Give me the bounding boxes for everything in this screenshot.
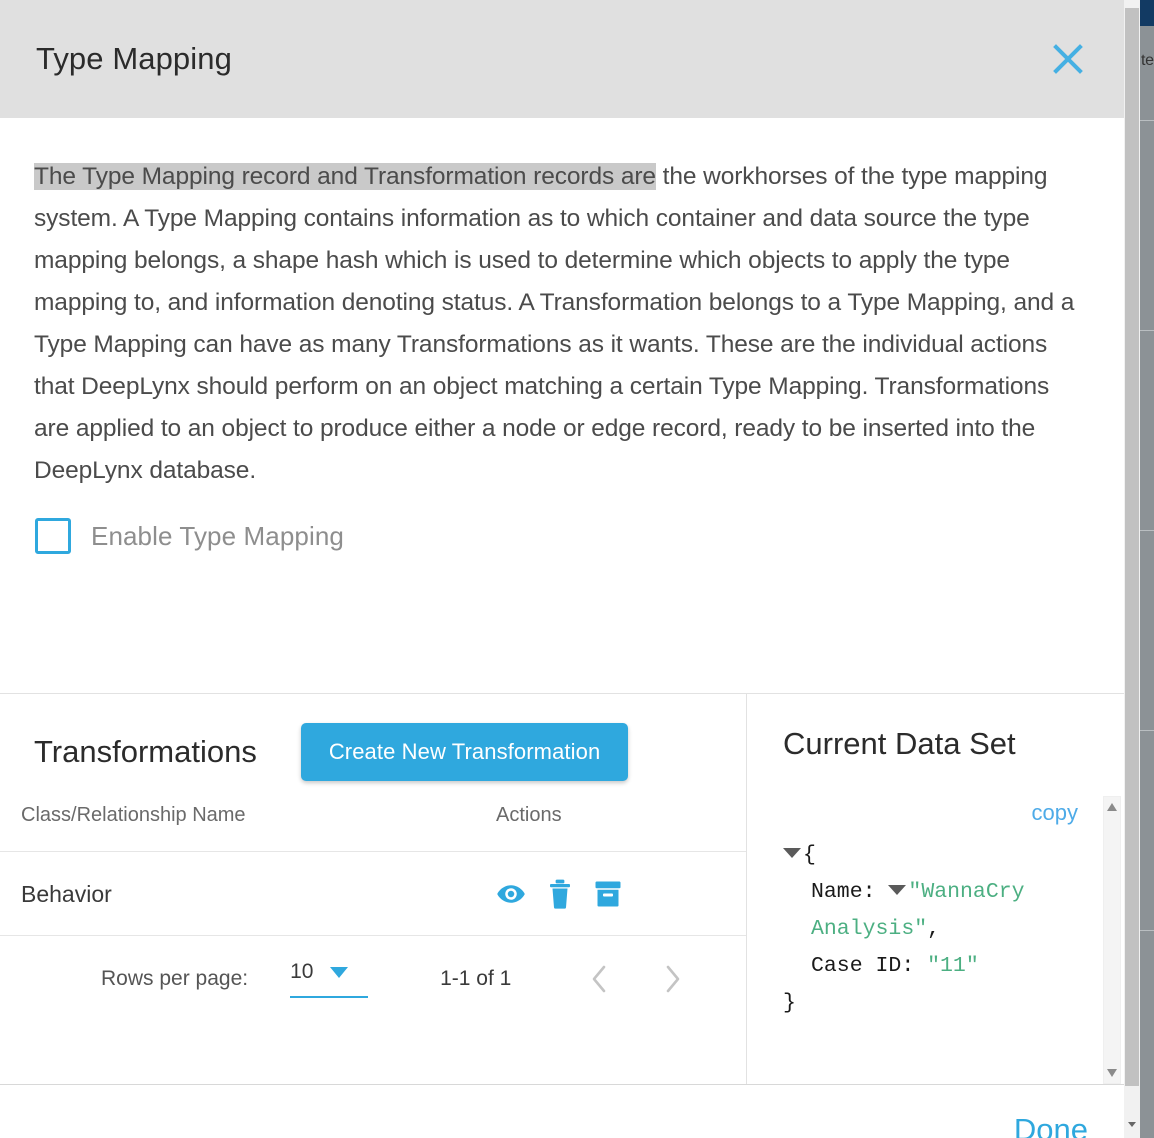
transformations-title: Transformations	[34, 734, 257, 769]
type-mapping-dialog: Type Mapping The Type Mapping record and…	[0, 0, 1124, 1138]
background-app-bar	[1140, 0, 1154, 26]
transformations-header: Transformations Create New Transformatio…	[0, 694, 746, 781]
scroll-up-arrow-icon[interactable]	[1106, 802, 1118, 812]
json-comma: ,	[927, 917, 941, 941]
rows-per-page-select[interactable]: 10	[290, 960, 369, 998]
scroll-down-arrow-icon[interactable]	[1126, 1118, 1138, 1130]
background-divider	[1140, 530, 1154, 531]
scroll-down-arrow-icon[interactable]	[1106, 1068, 1118, 1078]
description-text: The Type Mapping record and Transformati…	[34, 156, 1086, 492]
dialog-body: The Type Mapping record and Transformati…	[0, 118, 1124, 554]
dialog-title: Type Mapping	[36, 41, 232, 76]
dialog-header: Type Mapping	[0, 0, 1124, 118]
rows-per-page-value: 10	[290, 960, 314, 983]
background-content-column	[1140, 26, 1154, 1138]
chevron-right-icon	[667, 965, 680, 993]
cell-class-relationship-name: Behavior	[0, 851, 496, 936]
view-transformation-button[interactable]	[496, 879, 526, 909]
archive-icon	[595, 881, 621, 907]
column-header-actions: Actions	[496, 804, 746, 852]
background-divider	[1140, 930, 1154, 931]
table-pagination: Rows per page: 10 1-1 of 1	[0, 960, 746, 998]
chevron-down-icon	[330, 967, 349, 978]
enable-type-mapping-label: Enable Type Mapping	[91, 520, 344, 551]
transformations-panel: Transformations Create New Transformatio…	[0, 694, 747, 1084]
rows-per-page-label: Rows per page:	[101, 967, 249, 990]
close-button[interactable]	[1046, 37, 1090, 81]
enable-type-mapping-checkbox[interactable]	[35, 518, 71, 554]
table-header-row: Class/Relationship Name Actions	[0, 804, 746, 852]
background-divider	[1140, 120, 1154, 121]
description-remaining-text: the workhorses of the type mapping syste…	[34, 163, 1075, 484]
json-close-brace: }	[783, 991, 796, 1015]
json-value-case-id: "11"	[927, 954, 979, 978]
enable-type-mapping-row[interactable]: Enable Type Mapping	[34, 518, 1086, 554]
background-divider	[1140, 730, 1154, 731]
create-new-transformation-button[interactable]: Create New Transformation	[300, 723, 629, 781]
current-data-set-panel: Current Data Set copy { Name: "WannaCry …	[747, 694, 1124, 1084]
cell-actions	[496, 851, 746, 936]
json-key-case-id: Case ID:	[811, 954, 915, 978]
json-key-name: Name:	[811, 880, 876, 904]
done-button[interactable]: Done	[1002, 1112, 1100, 1138]
current-data-set-title: Current Data Set	[783, 726, 1016, 761]
json-viewer: { Name: "WannaCry Analysis", Case ID: "1…	[783, 837, 1085, 1022]
json-entry-case-id: Case ID: "11"	[783, 948, 1085, 985]
copy-button[interactable]: copy	[1032, 800, 1078, 826]
json-viewer-scrollbar[interactable]	[1103, 796, 1121, 1084]
archive-transformation-button[interactable]	[594, 879, 622, 909]
delete-icon	[550, 879, 570, 909]
table-body: Behavior	[0, 851, 746, 936]
chevron-left-icon	[593, 965, 606, 993]
background-divider	[1140, 330, 1154, 331]
previous-page-button[interactable]	[588, 962, 612, 996]
delete-transformation-button[interactable]	[547, 879, 573, 909]
row-action-icons	[496, 879, 746, 909]
json-entry-name: Name: "WannaCry Analysis",	[783, 874, 1085, 948]
json-open-brace: {	[803, 843, 816, 867]
dialog-footer: Done	[0, 1086, 1124, 1138]
transformations-table: Class/Relationship Name Actions Behavior	[0, 804, 746, 936]
close-icon	[1053, 44, 1083, 74]
table-head: Class/Relationship Name Actions	[0, 804, 746, 852]
background-clipped-text: te	[1141, 52, 1154, 69]
column-header-class-relationship-name: Class/Relationship Name	[0, 804, 496, 852]
json-root-line: {	[783, 837, 1085, 874]
description-selected-text: The Type Mapping record and Transformati…	[34, 163, 656, 190]
collapse-toggle-icon[interactable]	[783, 848, 801, 858]
dialog-panels: Transformations Create New Transformatio…	[0, 693, 1124, 1085]
page-scrollbar-thumb[interactable]	[1125, 8, 1139, 1086]
table-row[interactable]: Behavior	[0, 851, 746, 936]
next-page-button[interactable]	[660, 962, 684, 996]
json-close-line: }	[783, 985, 1085, 1022]
eye-icon	[497, 885, 525, 903]
pagination-range-label: 1-1 of 1	[440, 967, 512, 990]
collapse-toggle-icon[interactable]	[888, 885, 907, 895]
